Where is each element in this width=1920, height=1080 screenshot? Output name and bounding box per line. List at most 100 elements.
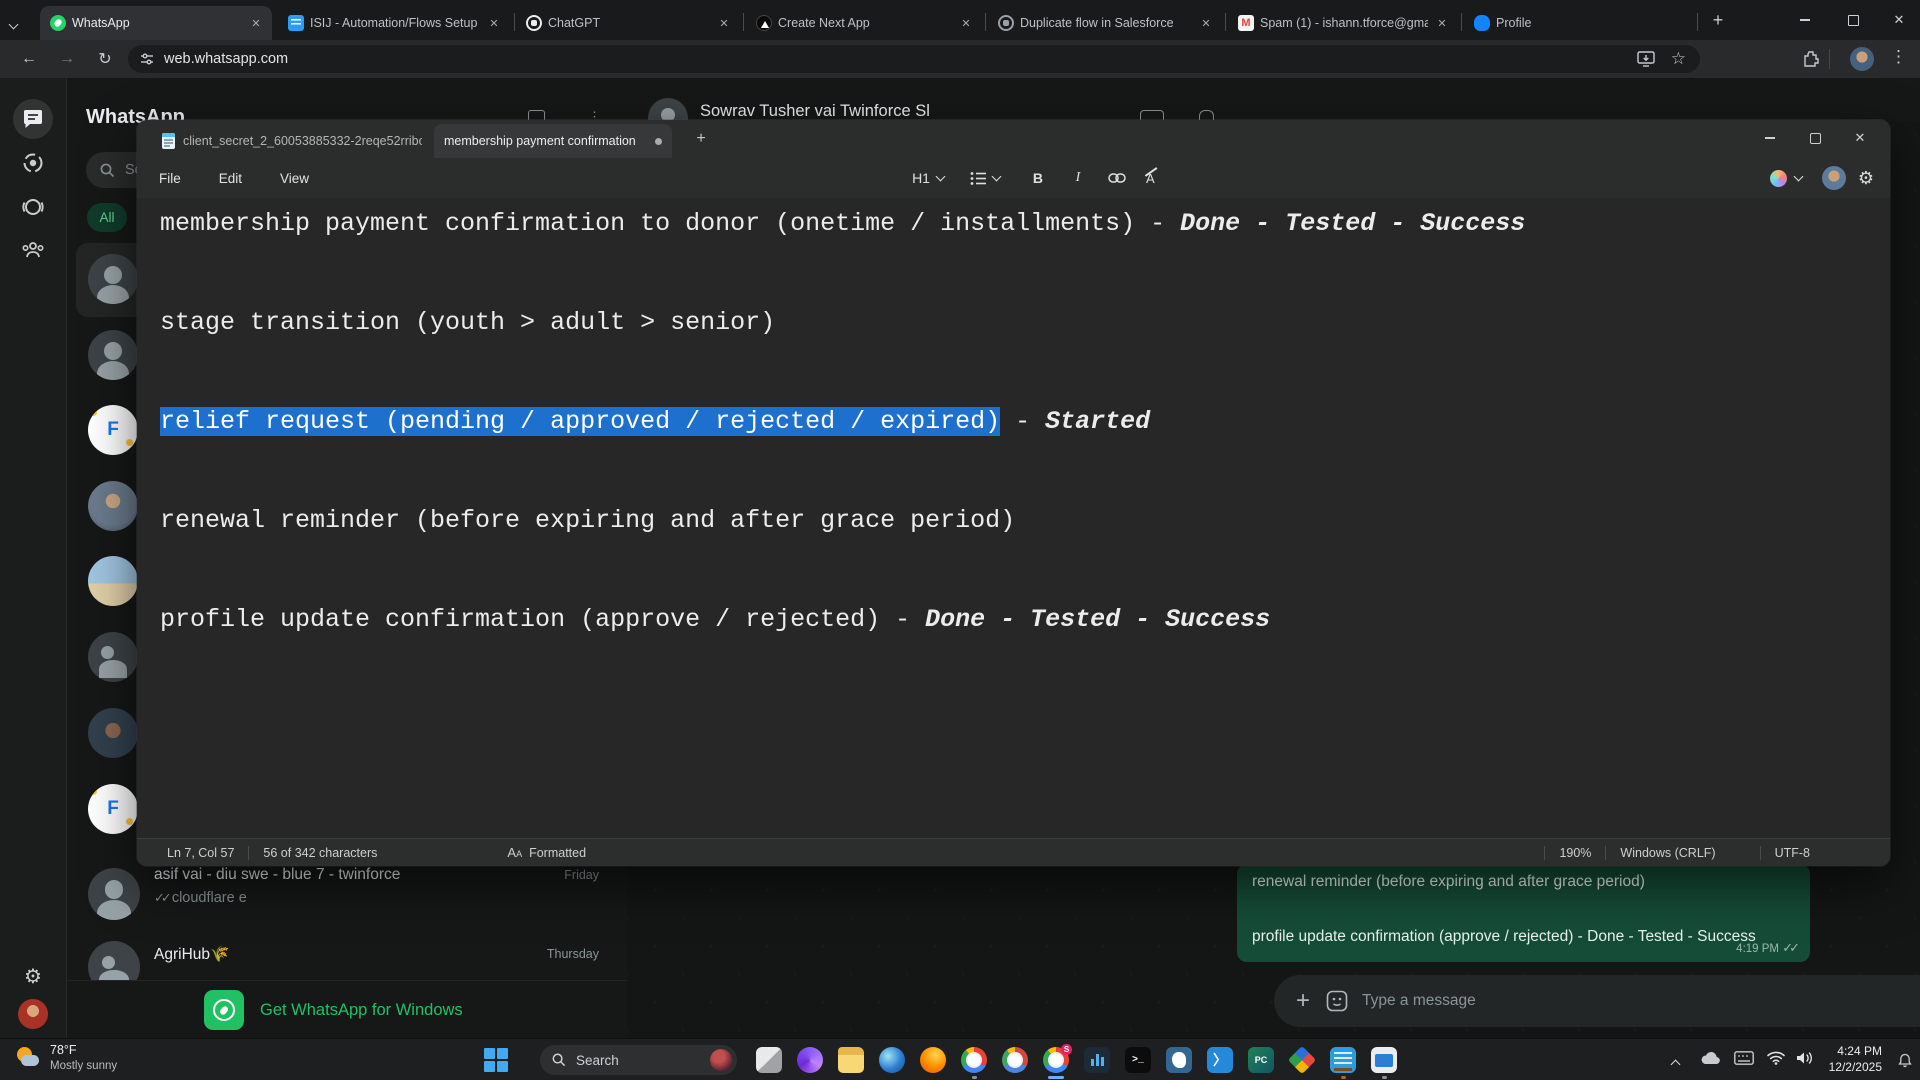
zoom-level[interactable]: 190% bbox=[1559, 846, 1591, 860]
tab-salesforce-flow[interactable]: Duplicate flow in Salesforce ✕ bbox=[988, 6, 1222, 40]
text-editor-area[interactable]: membership payment confirmation to donor… bbox=[137, 198, 1890, 838]
address-bar[interactable]: web.whatsapp.com ☆ bbox=[128, 45, 1700, 73]
taskbar-search-box[interactable]: Search bbox=[540, 1045, 737, 1075]
chat-list-item[interactable]: AgriHub🌾 Thursday bbox=[76, 933, 617, 981]
postgresql-icon[interactable] bbox=[1166, 1047, 1192, 1073]
settings-gear-icon[interactable]: ⚙ bbox=[13, 956, 53, 996]
chat-avatar[interactable]: F bbox=[88, 405, 138, 455]
composer-placeholder[interactable]: Type a message bbox=[1362, 992, 1476, 1010]
insert-link-button[interactable] bbox=[1102, 163, 1132, 193]
get-whatsapp-banner[interactable]: Get WhatsApp for Windows bbox=[66, 980, 627, 1039]
sticker-emoji-icon[interactable] bbox=[1326, 990, 1348, 1012]
start-button-icon[interactable] bbox=[484, 1048, 509, 1073]
tab-whatsapp[interactable]: WhatsApp ✕ bbox=[40, 6, 272, 40]
document-line: membership payment confirmation to donor… bbox=[160, 209, 1525, 239]
message-composer[interactable]: + Type a message bbox=[1274, 975, 1920, 1027]
communities-tab-icon[interactable] bbox=[13, 230, 53, 270]
cursor-position: Ln 7, Col 57 bbox=[167, 846, 234, 860]
diagram-tool-icon[interactable] bbox=[1289, 1047, 1315, 1073]
reload-icon[interactable]: ↻ bbox=[94, 48, 116, 70]
tab-chatgpt[interactable]: ChatGPT ✕ bbox=[516, 6, 740, 40]
notepad-tab-membership[interactable]: membership payment confirmation bbox=[434, 124, 672, 158]
close-tab-icon[interactable]: ✕ bbox=[486, 15, 502, 31]
file-explorer-icon[interactable] bbox=[838, 1047, 864, 1073]
chat-avatar[interactable] bbox=[88, 254, 138, 304]
browser-minimize-button[interactable] bbox=[1790, 8, 1820, 32]
widgets-app-icon[interactable] bbox=[756, 1047, 782, 1073]
tab-create-next-app[interactable]: Create Next App ✕ bbox=[746, 6, 982, 40]
site-settings-icon[interactable] bbox=[140, 52, 154, 66]
volume-icon[interactable] bbox=[1796, 1051, 1814, 1065]
weather-widget[interactable]: 78°F Mostly sunny bbox=[14, 1043, 117, 1073]
notepad-maximize-button[interactable] bbox=[1800, 125, 1830, 151]
filter-all-pill[interactable]: All bbox=[87, 203, 127, 232]
clear-formatting-button[interactable]: A bbox=[1140, 163, 1161, 193]
status-tab-icon[interactable] bbox=[13, 143, 53, 183]
account-avatar[interactable] bbox=[1822, 166, 1846, 190]
menu-file[interactable]: File bbox=[147, 165, 193, 192]
channels-tab-icon[interactable] bbox=[13, 187, 53, 227]
chat-avatar[interactable] bbox=[88, 330, 138, 380]
notepad-tab-client-secret[interactable]: client_secret_2_60053885332-2reqe52rribc bbox=[152, 124, 432, 158]
chat-avatar[interactable] bbox=[88, 632, 138, 682]
touch-keyboard-icon[interactable] bbox=[1734, 1051, 1754, 1065]
browser-restore-button[interactable] bbox=[1838, 8, 1868, 32]
list-dropdown[interactable] bbox=[964, 163, 1006, 193]
close-tab-icon[interactable]: ✕ bbox=[248, 15, 264, 31]
tab-gmail-spam[interactable]: M Spam (1) - ishann.tforce@gmai ✕ bbox=[1228, 6, 1458, 40]
browser-menu-kebab-icon[interactable]: ⋮ bbox=[1890, 47, 1907, 67]
terminal-icon[interactable]: >_ bbox=[1125, 1047, 1151, 1073]
chats-tab-icon[interactable] bbox=[13, 99, 53, 139]
tray-chevron-up-icon[interactable] bbox=[1672, 1055, 1679, 1073]
clock-widget[interactable]: 4:24 PM 12/2/2025 bbox=[1829, 1044, 1882, 1075]
display-app-icon[interactable] bbox=[1371, 1047, 1397, 1073]
task-manager-icon[interactable] bbox=[1084, 1047, 1110, 1073]
close-tab-icon[interactable]: ✕ bbox=[716, 15, 732, 31]
browser-close-button[interactable]: ✕ bbox=[1884, 8, 1914, 32]
chat-avatar[interactable] bbox=[88, 708, 138, 758]
chat-list-item[interactable]: asif vai - diu swe - blue 7 - twinforce … bbox=[76, 860, 617, 928]
menu-view[interactable]: View bbox=[268, 165, 321, 192]
bookmark-star-icon[interactable]: ☆ bbox=[1671, 49, 1686, 69]
attach-plus-icon[interactable]: + bbox=[1296, 987, 1310, 1015]
notepad-new-tab-button[interactable]: + bbox=[690, 128, 712, 150]
extensions-icon[interactable] bbox=[1802, 50, 1820, 68]
chrome-profile3-active-icon[interactable]: S bbox=[1043, 1047, 1069, 1073]
close-tab-icon[interactable]: ✕ bbox=[1434, 15, 1450, 31]
vscode-icon[interactable]: 〉 bbox=[1207, 1047, 1233, 1073]
install-app-icon[interactable] bbox=[1637, 51, 1655, 67]
notes-app-icon[interactable] bbox=[1330, 1047, 1356, 1073]
tab-isij[interactable]: ISIJ - Automation/Flows Setup - ✕ bbox=[278, 6, 510, 40]
notification-bell-icon[interactable] bbox=[1898, 1053, 1912, 1068]
url-text[interactable]: web.whatsapp.com bbox=[164, 51, 288, 67]
bold-button[interactable]: B bbox=[1022, 163, 1054, 193]
browser-profile-avatar[interactable] bbox=[1850, 47, 1874, 71]
chrome-profile1-icon[interactable] bbox=[961, 1047, 987, 1073]
tab-search-chevron-icon[interactable] bbox=[10, 15, 17, 33]
heading-style-dropdown[interactable]: H1 bbox=[906, 163, 950, 193]
forward-icon[interactable]: → bbox=[56, 48, 78, 70]
chat-avatar[interactable]: F bbox=[88, 784, 138, 834]
new-tab-button[interactable]: + bbox=[1706, 8, 1730, 32]
profile-avatar[interactable] bbox=[13, 994, 53, 1034]
onedrive-cloud-icon[interactable] bbox=[1700, 1051, 1720, 1065]
loop-app-icon[interactable] bbox=[797, 1047, 823, 1073]
chrome-profile2-icon[interactable] bbox=[1002, 1047, 1028, 1073]
notepad-close-button[interactable]: ✕ bbox=[1845, 125, 1875, 151]
chat-avatar[interactable] bbox=[88, 556, 138, 606]
notepad-settings-gear-icon[interactable]: ⚙ bbox=[1858, 168, 1874, 189]
copilot-button[interactable] bbox=[1764, 163, 1808, 193]
edge-browser-icon[interactable] bbox=[879, 1047, 905, 1073]
tab-profile[interactable]: Profile bbox=[1464, 6, 1694, 40]
close-tab-icon[interactable]: ✕ bbox=[958, 15, 974, 31]
firefox-browser-icon[interactable] bbox=[920, 1047, 946, 1073]
italic-button[interactable]: I bbox=[1062, 163, 1094, 193]
wifi-icon[interactable] bbox=[1767, 1051, 1785, 1065]
close-tab-icon[interactable]: ✕ bbox=[1198, 15, 1214, 31]
conversation-name[interactable]: Sowrav Tusher vai Twinforce Sl bbox=[700, 102, 930, 121]
chat-avatar[interactable] bbox=[88, 481, 138, 531]
pycharm-icon[interactable]: PC bbox=[1248, 1047, 1274, 1073]
menu-edit[interactable]: Edit bbox=[207, 165, 254, 192]
notepad-minimize-button[interactable] bbox=[1755, 125, 1785, 151]
back-icon[interactable]: ← bbox=[18, 48, 40, 70]
